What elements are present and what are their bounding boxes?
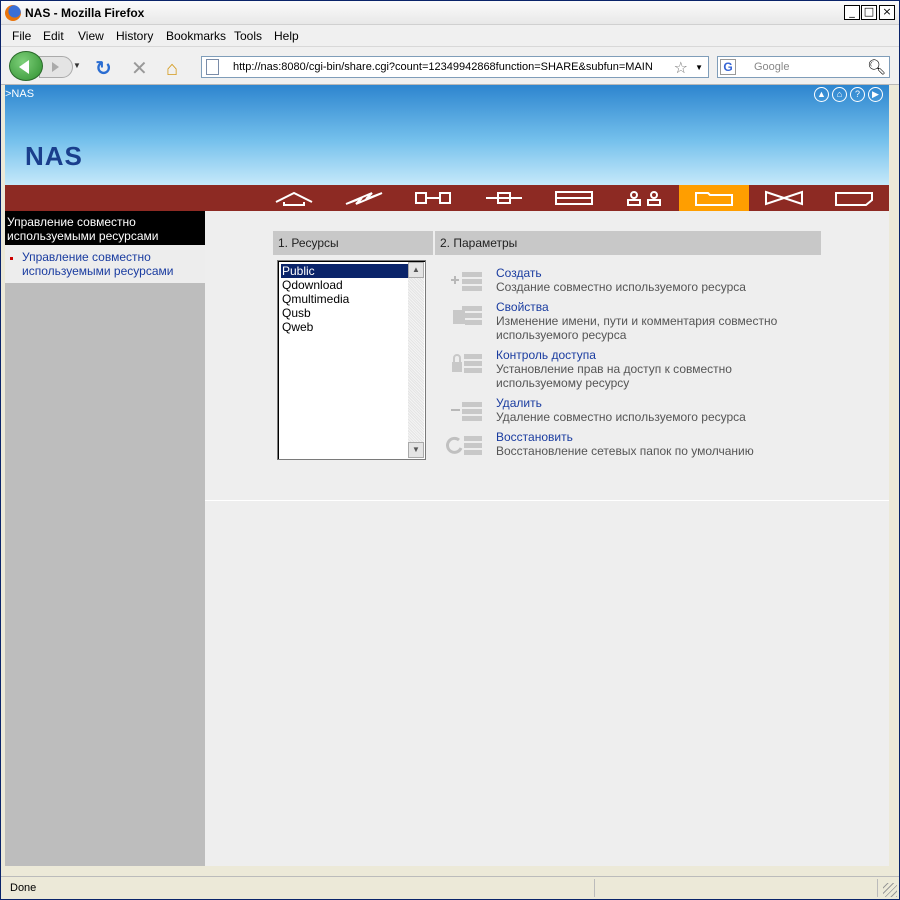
nav-status[interactable] [819, 185, 889, 211]
lightning-icon [345, 192, 383, 205]
properties-link[interactable]: Свойства [496, 300, 549, 314]
resources-panel-title: 1. Ресурсы [273, 231, 433, 255]
restore-icon [446, 436, 482, 455]
nav-users[interactable] [609, 185, 679, 211]
menu-bookmarks[interactable]: Bookmarks [166, 29, 226, 43]
home-page-icon[interactable]: ⌂ [832, 87, 847, 102]
status-divider [877, 879, 878, 897]
network-icon [486, 192, 522, 204]
sidebar-header: Управление совместно используемыми ресур… [5, 211, 205, 245]
disk-icon [555, 191, 593, 205]
menu-help[interactable]: Help [274, 29, 299, 43]
scroll-up-icon[interactable]: ▲ [408, 262, 424, 278]
house-icon [275, 191, 313, 206]
address-dropdown-icon[interactable]: ▼ [695, 63, 703, 72]
menu-view[interactable]: View [78, 29, 104, 43]
close-button[interactable]: × [879, 5, 895, 20]
forward-button[interactable] [39, 56, 73, 78]
nav-device[interactable] [399, 185, 469, 211]
resource-option[interactable]: Qmultimedia [281, 292, 410, 306]
resource-option[interactable]: Public [281, 264, 410, 278]
delete-share-icon [451, 402, 482, 421]
page-content: >NAS NAS ▲ ⌂ ? ▶ Управление совместно ис… [5, 85, 889, 866]
create-link[interactable]: Создать [496, 266, 542, 280]
resource-option[interactable]: Qusb [281, 306, 410, 320]
menu-tools[interactable]: Tools [234, 29, 262, 43]
menu-edit[interactable]: Edit [43, 29, 64, 43]
status-bar: Done [1, 876, 899, 899]
access-control-desc: Установление прав на доступ к совместно … [496, 362, 732, 390]
delete-link[interactable]: Удалить [496, 396, 542, 410]
nav-disk[interactable] [539, 185, 609, 211]
main-nav-bar [5, 185, 889, 211]
restore-desc: Восстановление сетевых папок по умолчани… [496, 444, 754, 458]
reload-icon[interactable]: ↻ [95, 59, 112, 79]
home-icon[interactable]: ⌂ [166, 59, 178, 79]
properties-desc: Изменение имени, пути и комментария совм… [496, 314, 778, 342]
nav-network[interactable] [469, 185, 539, 211]
status-divider [594, 879, 595, 897]
nas-logo: NAS [25, 141, 83, 171]
device-icon [415, 192, 451, 204]
search-box[interactable]: G Google 🔍︎ [717, 56, 890, 78]
logout-icon[interactable]: ▲ [814, 87, 829, 102]
top-icons: ▲ ⌂ ? ▶ [814, 87, 883, 102]
nas-banner: >NAS NAS ▲ ⌂ ? ▶ [5, 85, 889, 185]
menu-history[interactable]: History [116, 29, 153, 43]
address-bar[interactable]: http://nas:8080/cgi-bin/share.cgi?count=… [201, 56, 709, 78]
menu-bar: File Edit View History Bookmarks Tools H… [1, 25, 899, 47]
next-icon[interactable]: ▶ [868, 87, 883, 102]
listbox-scrollbar[interactable]: ▲ ▼ [408, 262, 424, 458]
stop-icon[interactable]: ✕ [131, 59, 148, 79]
bullet-icon [10, 257, 13, 260]
help-icon[interactable]: ? [850, 87, 865, 102]
page-icon [206, 59, 219, 75]
sidebar-item-share-management[interactable]: Управление совместно используемыми ресур… [5, 245, 205, 283]
nav-shares[interactable] [679, 185, 749, 211]
maximize-button[interactable]: □ [861, 5, 877, 20]
bowtie-icon [765, 190, 803, 206]
resources-listbox[interactable]: Public Qdownload Qmultimedia Qusb Qweb ▲… [277, 260, 426, 460]
content-divider [205, 500, 889, 501]
nav-home[interactable] [259, 185, 329, 211]
search-icon[interactable]: 🔍︎ [867, 58, 886, 76]
nav-applications[interactable] [749, 185, 819, 211]
minimize-button[interactable]: _ [844, 5, 860, 20]
sidebar-item-label: Управление совместно используемыми ресур… [22, 250, 174, 278]
note-icon [835, 192, 873, 206]
add-share-icon [451, 272, 482, 291]
delete-desc: Удаление совместно используемого ресурса [496, 410, 746, 424]
nav-system[interactable] [329, 185, 399, 211]
create-desc: Создание совместно используемого ресурса [496, 280, 746, 294]
users-icon [627, 191, 661, 206]
bookmark-star-icon[interactable]: ☆ [674, 58, 688, 78]
restore-link[interactable]: Восстановить [496, 430, 573, 444]
address-text: http://nas:8080/cgi-bin/share.cgi?count=… [233, 61, 653, 73]
google-engine-icon[interactable]: G [720, 59, 736, 75]
window-title: NAS - Mozilla Firefox [25, 6, 145, 20]
title-bar: NAS - Mozilla Firefox _ □ × [1, 1, 899, 25]
access-control-link[interactable]: Контроль доступа [496, 348, 596, 362]
properties-icon [453, 306, 482, 325]
firefox-logo-icon [5, 5, 21, 21]
resize-grip[interactable] [883, 883, 897, 897]
sidebar: Управление совместно используемыми ресур… [5, 211, 205, 866]
search-placeholder: Google [754, 61, 790, 73]
history-dropdown-icon[interactable]: ▼ [73, 61, 81, 70]
back-button[interactable] [9, 51, 43, 81]
resource-option[interactable]: Qdownload [281, 278, 410, 292]
access-control-icon [452, 354, 482, 373]
breadcrumb[interactable]: >NAS [5, 88, 34, 100]
navigation-toolbar: ▼ ↻ ✕ ⌂ http://nas:8080/cgi-bin/share.cg… [1, 47, 899, 85]
menu-file[interactable]: File [12, 29, 31, 43]
params-panel-title: 2. Параметры [435, 231, 821, 255]
folder-icon [695, 192, 733, 206]
scroll-down-icon[interactable]: ▼ [408, 442, 424, 458]
browser-window: NAS - Mozilla Firefox _ □ × File Edit Vi… [0, 0, 900, 900]
resource-option[interactable]: Qweb [281, 320, 410, 334]
status-text: Done [10, 882, 37, 894]
